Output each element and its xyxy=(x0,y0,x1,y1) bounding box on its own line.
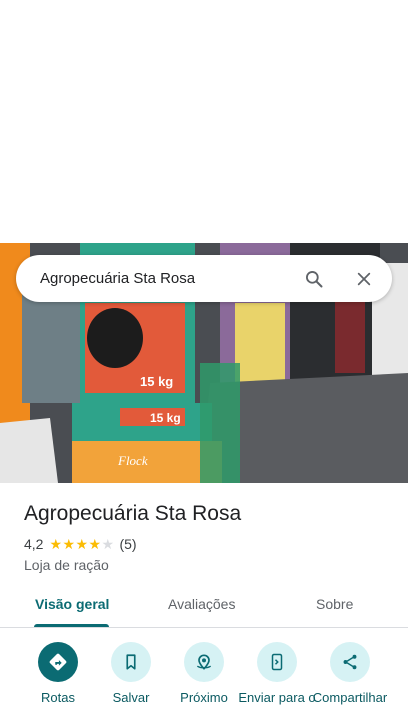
star-icon: ★ xyxy=(88,536,102,552)
close-icon[interactable] xyxy=(352,267,376,291)
directions-icon xyxy=(38,642,78,682)
tab-reviews[interactable]: Avaliações xyxy=(168,596,235,612)
share-button[interactable]: Compartilhar xyxy=(310,642,390,705)
action-bar: Rotas Salvar Próximo Enviar para o Compa… xyxy=(0,642,408,726)
save-button[interactable]: Salvar xyxy=(91,642,171,705)
map-area[interactable] xyxy=(0,0,408,243)
save-label: Salvar xyxy=(112,690,150,705)
tab-about[interactable]: Sobre xyxy=(316,596,353,612)
review-count: (5) xyxy=(119,536,137,552)
place-category: Loja de ração xyxy=(24,557,109,573)
search-bar[interactable]: Agropecuária Sta Rosa xyxy=(16,255,392,302)
rating-stars: ★ ★ ★ ★ ★ xyxy=(49,537,114,551)
active-tab-indicator xyxy=(34,624,109,627)
tab-overview[interactable]: Visão geral xyxy=(35,596,109,612)
star-icon: ★ xyxy=(75,536,89,552)
star-icon: ★ xyxy=(49,536,63,552)
share-icon xyxy=(330,642,370,682)
nearby-icon xyxy=(184,642,224,682)
tab-bar: Visão geral Avaliações Sobre xyxy=(0,587,408,628)
send-to-phone-icon xyxy=(257,642,297,682)
bookmark-icon xyxy=(111,642,151,682)
bag-weight-label: 15 kg xyxy=(140,374,173,389)
send-to-phone-label: Enviar para o xyxy=(238,690,316,705)
send-to-phone-button[interactable]: Enviar para o xyxy=(237,642,317,705)
nearby-button[interactable]: Próximo xyxy=(164,642,244,705)
directions-label: Rotas xyxy=(41,690,75,705)
rating-value: 4,2 xyxy=(24,536,44,552)
rating-row[interactable]: 4,2 ★ ★ ★ ★ ★ (5) xyxy=(24,536,137,552)
star-icon: ★ xyxy=(62,536,76,552)
directions-button[interactable]: Rotas xyxy=(18,642,98,705)
bag-weight-label-2: 15 kg xyxy=(150,411,181,425)
share-label: Compartilhar xyxy=(312,690,388,705)
star-icon: ★ xyxy=(101,536,115,552)
bag-brand-label: Flock xyxy=(117,453,148,468)
nearby-label: Próximo xyxy=(180,690,228,705)
place-title: Agropecuária Sta Rosa xyxy=(24,502,242,525)
search-input[interactable]: Agropecuária Sta Rosa xyxy=(40,270,302,287)
search-icon[interactable] xyxy=(302,267,326,291)
